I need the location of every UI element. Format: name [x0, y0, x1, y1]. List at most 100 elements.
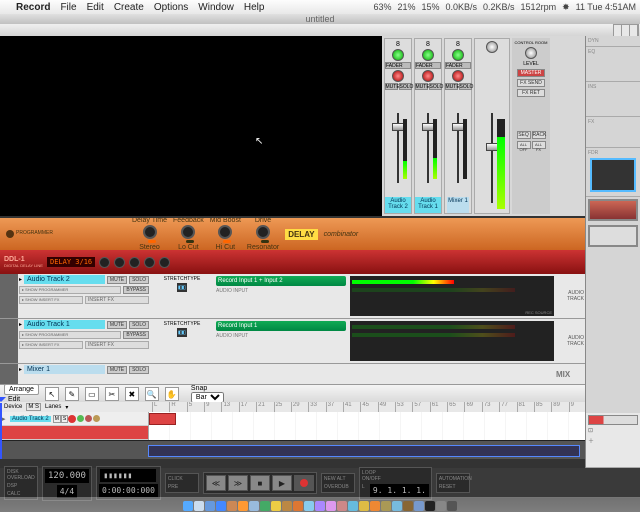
zoom-in-icon[interactable]: ＋ [588, 436, 638, 445]
dock-app-icon[interactable] [238, 501, 248, 511]
dock-app-icon[interactable] [205, 501, 215, 511]
ddl1-device[interactable]: DDL-1DIGITAL DELAY LINE DELAY 3/16 [0, 250, 586, 274]
hand-tool-icon[interactable]: ✋ [165, 387, 179, 401]
sequencer-toolbar: ArrangeEdit ↖ ✎ ▭ ✂ ✖ 🔍 ✋ SnapBar [0, 384, 586, 404]
pencil-tool-icon[interactable]: ✎ [65, 387, 79, 401]
dock-app-icon[interactable] [227, 501, 237, 511]
dock-app-icon[interactable] [348, 501, 358, 511]
rewind-button[interactable]: ≪ [206, 475, 226, 491]
pan-knob-icon[interactable] [422, 70, 434, 82]
dock-app-icon[interactable] [326, 501, 336, 511]
channel-label[interactable]: Audio Track 1 [415, 197, 441, 213]
menu-create[interactable]: Create [114, 2, 144, 13]
dock-app-icon[interactable] [436, 501, 446, 511]
position-display[interactable]: 0:00:00:000 [99, 484, 158, 497]
dock-app-icon[interactable] [414, 501, 424, 511]
timesig-display[interactable]: 4/4 [57, 485, 77, 498]
mixer-channel-mix[interactable]: 8FADERMUTESOLO Mixer 1 [444, 38, 472, 214]
tempo-display[interactable]: 120.000 [45, 469, 89, 483]
audio-clip[interactable] [149, 413, 176, 425]
record-button[interactable] [294, 475, 314, 491]
ddl-knob[interactable] [144, 257, 155, 268]
dock-app-icon[interactable] [271, 501, 281, 511]
record-arm-icon[interactable] [68, 415, 76, 423]
dock-app-icon[interactable] [249, 501, 259, 511]
record-input-select[interactable]: Record Input 1 [216, 321, 346, 331]
dock-app-icon[interactable] [425, 501, 435, 511]
song-overview[interactable] [588, 415, 638, 425]
dock-app-icon[interactable] [194, 501, 204, 511]
dock-app-icon[interactable] [183, 501, 193, 511]
bar-ruler[interactable]: Device M S Lanes ▾ LR5913172125293337414… [0, 402, 586, 412]
dock-app-icon[interactable] [403, 501, 413, 511]
zoom-fit-icon[interactable]: ⊡ [588, 427, 638, 434]
rack-empty-area[interactable]: ↖ [0, 36, 382, 216]
tab-arrange[interactable]: Arrange [4, 384, 39, 395]
midboost-knob[interactable] [218, 225, 232, 239]
forward-button[interactable]: ≫ [228, 475, 248, 491]
menu-help[interactable]: Help [244, 2, 265, 13]
clock[interactable]: 11 Tue 4:51AM [576, 2, 636, 12]
stop-button[interactable]: ■ [250, 475, 270, 491]
menu-window[interactable]: Window [198, 2, 234, 13]
pan-knob-icon[interactable] [452, 70, 464, 82]
mixer-channel-track2[interactable]: 8FADERMUTESOLO Audio Track 2 [384, 38, 412, 214]
mixer-nav-thumb[interactable] [590, 158, 636, 192]
level-knob-icon[interactable] [486, 41, 498, 53]
playhead[interactable] [0, 403, 2, 459]
wifi-icon[interactable]: ✸ [562, 2, 570, 13]
eq-knob-icon[interactable] [452, 49, 464, 61]
monitor-knob-icon[interactable] [525, 47, 537, 59]
mixer-master[interactable] [474, 38, 510, 214]
pointer-tool-icon[interactable]: ↖ [45, 387, 59, 401]
feedback-knob[interactable] [181, 225, 195, 239]
drive-knob[interactable] [256, 225, 270, 239]
magnify-tool-icon[interactable]: 🔍 [145, 387, 159, 401]
dock-app-icon[interactable] [381, 501, 391, 511]
ddl-knob[interactable] [114, 257, 125, 268]
app-name[interactable]: Record [16, 2, 50, 13]
dock-app-icon[interactable] [370, 501, 380, 511]
dock-app-icon[interactable] [359, 501, 369, 511]
channel-label[interactable]: Audio Track 2 [385, 197, 411, 213]
lane-add-icon[interactable]: ▾ [65, 404, 68, 411]
dock-app-icon[interactable] [216, 501, 226, 511]
dock-app-icon[interactable] [315, 501, 325, 511]
channel-label[interactable]: Mixer 1 [447, 197, 469, 213]
song-navigator[interactable] [148, 445, 580, 457]
expand-icon[interactable]: ▸ [2, 415, 10, 423]
net-down: 0.0KB/s [445, 2, 477, 12]
dock-app-icon[interactable] [337, 501, 347, 511]
mixer-channel-track1[interactable]: 8FADERMUTESOLO Audio Track 1 [414, 38, 442, 214]
pan-knob-icon[interactable] [392, 70, 404, 82]
menu-options[interactable]: Options [154, 2, 188, 13]
eq-knob-icon[interactable] [392, 49, 404, 61]
macos-dock[interactable] [0, 497, 640, 512]
mute-tool-icon[interactable]: ✖ [125, 387, 139, 401]
combinator-delay[interactable]: PROGRAMMER Delay TimeStereo FeedbackLo C… [0, 218, 586, 250]
seq-lane-row[interactable] [0, 426, 148, 440]
rack-nav-thumb[interactable] [588, 225, 638, 247]
rack-nav-thumb[interactable] [588, 199, 638, 221]
razor-tool-icon[interactable]: ✂ [105, 387, 119, 401]
ddl-knob[interactable] [159, 257, 170, 268]
eraser-tool-icon[interactable]: ▭ [85, 387, 99, 401]
dock-app-icon[interactable] [304, 501, 314, 511]
dock-app-icon[interactable] [392, 501, 402, 511]
seq-track-row[interactable]: ▸ Audio Track 2 MS [0, 412, 148, 426]
eq-knob-icon[interactable] [422, 49, 434, 61]
dock-app-icon[interactable] [260, 501, 270, 511]
record-input-select[interactable]: Record Input 1 + Input 2 [216, 276, 346, 286]
dock-app-icon[interactable] [447, 501, 457, 511]
menu-file[interactable]: File [60, 2, 76, 13]
dock-app-icon[interactable] [282, 501, 292, 511]
monitor-icon[interactable] [77, 415, 84, 422]
ddl-knob[interactable] [129, 257, 140, 268]
ddl-knob[interactable] [99, 257, 110, 268]
loop-scrollbar[interactable] [0, 440, 586, 459]
arrangement-area[interactable] [149, 412, 586, 440]
delay-time-knob[interactable] [143, 225, 157, 239]
dock-app-icon[interactable] [293, 501, 303, 511]
menu-edit[interactable]: Edit [87, 2, 104, 13]
play-button[interactable]: ▶ [272, 475, 292, 491]
